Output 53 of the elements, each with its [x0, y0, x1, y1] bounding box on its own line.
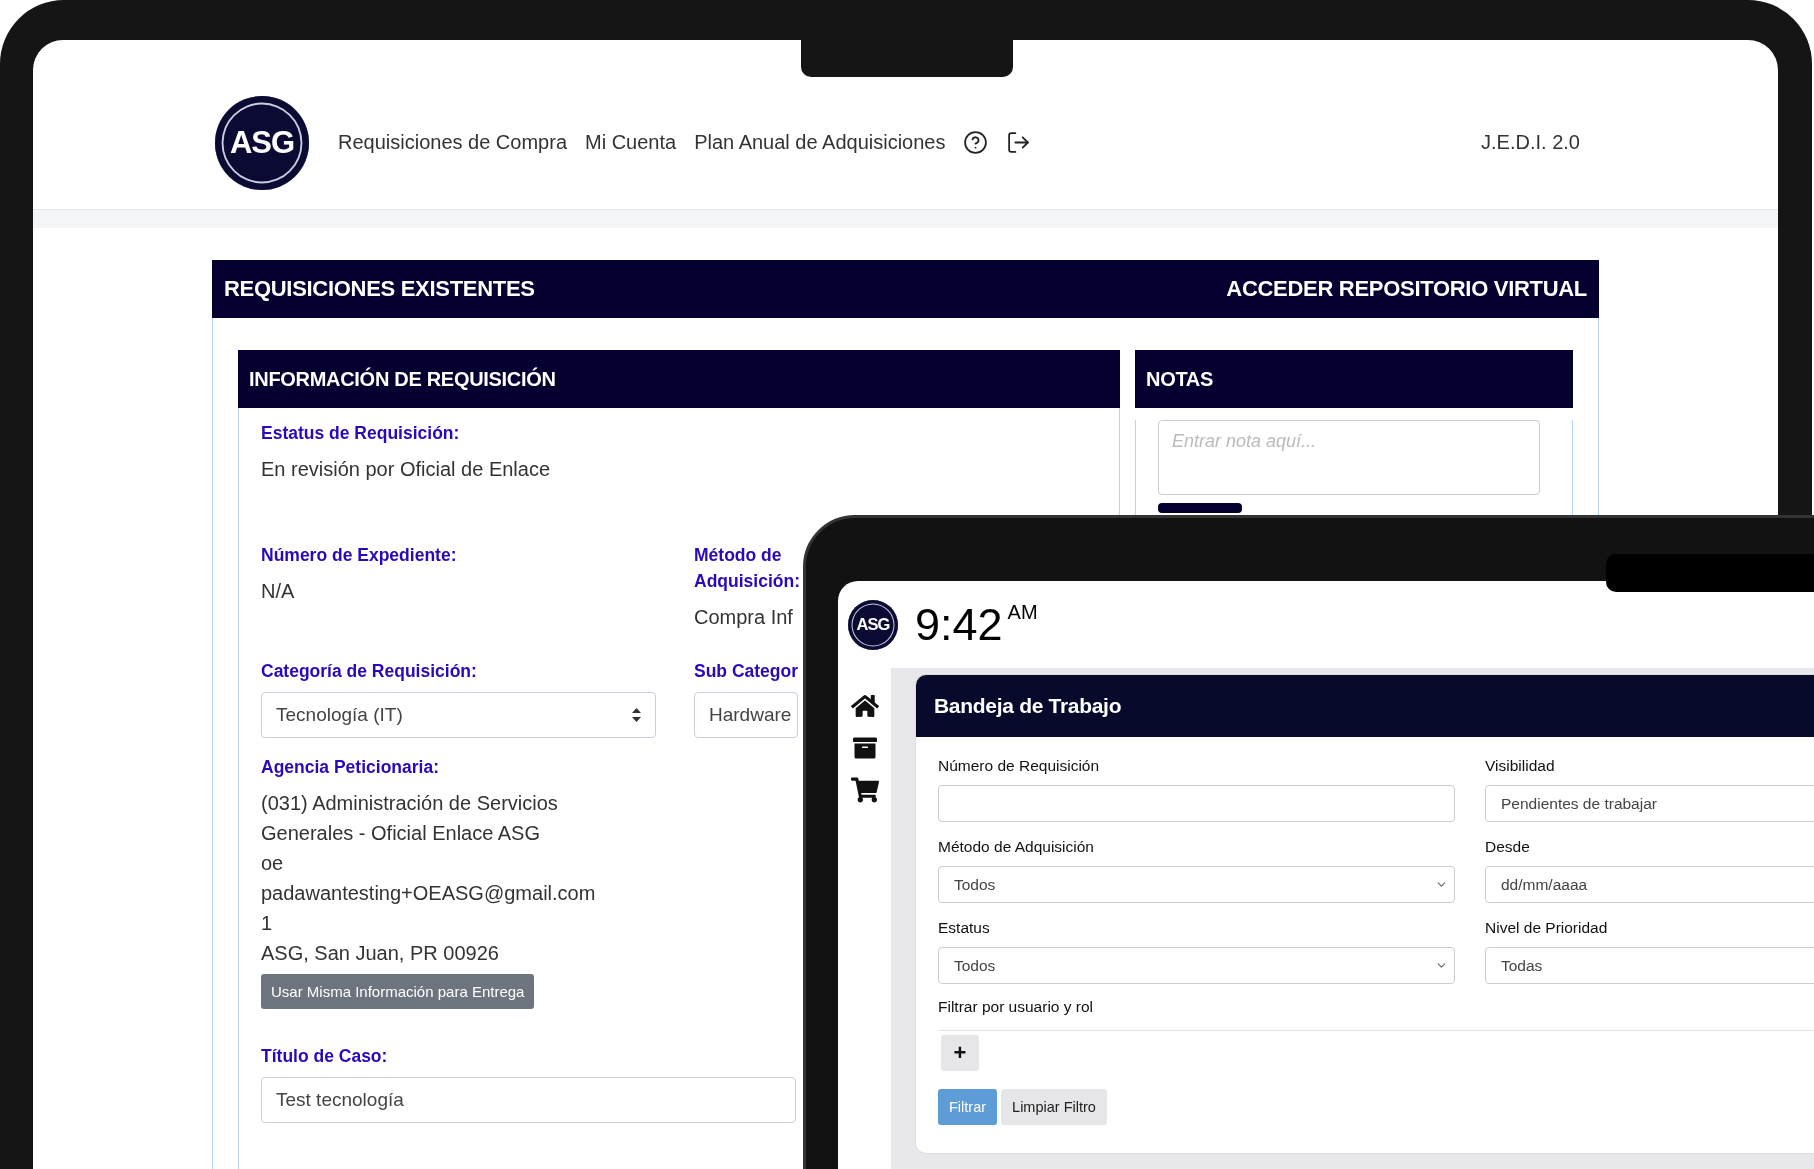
field-label: Visibilidad [1485, 757, 1555, 775]
field-label: Estatus de Requisición: [261, 422, 460, 445]
field-label: Agencia Peticionaria: [261, 756, 439, 779]
field-label: Filtrar por usuario y rol [938, 998, 1094, 1016]
nav-link[interactable]: Requisiciones de Compra [338, 131, 567, 154]
cart-icon[interactable] [850, 776, 879, 804]
agency-line: 1 [261, 911, 273, 936]
field-label: Método de Adquisición: [694, 544, 800, 593]
field-label: Número de Requisición [938, 757, 1100, 775]
field-label: Método de Adquisición [938, 838, 1094, 856]
select-field[interactable]: Tecnología (IT) [261, 692, 656, 738]
sort-arrows-icon [632, 708, 641, 722]
field-label: Categoría de Requisición: [261, 660, 477, 683]
field-value: Compra Inf [694, 605, 793, 630]
agency-line: (031) Administración de Servicios [261, 791, 558, 816]
logout-icon[interactable] [1006, 130, 1032, 155]
select-field[interactable]: Todos [938, 866, 1455, 903]
agency-line: Generales - Oficial Enlace ASG [261, 821, 540, 846]
field-label: Número de Expediente: [261, 544, 457, 567]
repository-link[interactable]: ACCEDER REPOSITORIO VIRTUAL [1226, 276, 1587, 302]
field-label: Desde [1485, 838, 1530, 856]
select-field[interactable]: Todas [1485, 947, 1814, 984]
select-field[interactable]: Hardware [694, 692, 798, 738]
field-label: Estatus [938, 919, 990, 937]
input-field[interactable] [938, 785, 1455, 822]
note-field[interactable]: Entrar nota aquí... [1158, 420, 1540, 495]
select-field[interactable]: Pendientes de trabajar [1485, 785, 1814, 822]
home-icon[interactable] [850, 692, 879, 720]
nav-link[interactable]: Plan Anual de Adquisiciones [694, 131, 946, 154]
archive-box-icon[interactable] [852, 736, 877, 760]
field-value: En revisión por Oficial de Enlace [261, 457, 551, 482]
agency-line: padawantesting+OEASG@gmail.com [261, 881, 596, 906]
field-label: Título de Caso: [261, 1045, 388, 1068]
nav-link[interactable]: Mi Cuenta [585, 131, 677, 154]
select-field[interactable]: Todos [938, 947, 1455, 984]
clear-filter-button[interactable]: Limpiar Filtro [1001, 1089, 1107, 1125]
card-title: INFORMACIÓN DE REQUISICIÓN [249, 367, 556, 391]
logo[interactable]: ASG [848, 599, 898, 650]
card-title: NOTAS [1146, 367, 1214, 391]
logo[interactable]: ASG [215, 95, 309, 190]
panel-title: REQUISICIONES EXISTENTES [224, 276, 535, 302]
field-value: N/A [261, 579, 295, 604]
case-title-field[interactable]: Test tecnología [261, 1077, 796, 1123]
add-button[interactable]: + [941, 1035, 979, 1071]
agency-line: ASG, San Juan, PR 00926 [261, 941, 499, 966]
field-label: Nivel de Prioridad [1485, 919, 1608, 937]
version-label: J.E.D.I. 2.0 [1481, 131, 1580, 154]
date-field[interactable]: dd/mm/aaaa [1485, 866, 1814, 903]
agency-line: oe [261, 851, 284, 876]
card-title: Bandeja de Trabajo [934, 694, 1122, 718]
same-info-button[interactable]: Usar Misma Información para Entrega [261, 974, 535, 1009]
field-label: Sub Categor [694, 660, 799, 683]
help-icon[interactable] [963, 130, 989, 155]
